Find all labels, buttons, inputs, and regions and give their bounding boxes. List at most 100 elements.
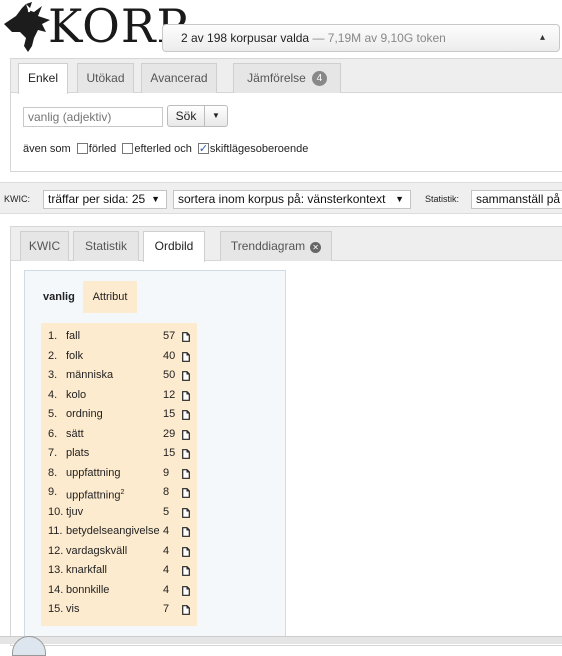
row-count: 4: [163, 564, 170, 576]
case-insensitive-label: skiftlägesoberoende: [209, 143, 309, 155]
show-examples-icon[interactable]: [182, 546, 190, 557]
bottom-scroll-bar: [0, 636, 562, 644]
hits-per-page-select[interactable]: träffar per sida: 25 ▼: [43, 190, 167, 209]
row-word[interactable]: knarkfall: [66, 561, 107, 581]
efterled-checkbox[interactable]: [122, 143, 134, 154]
row-number: 2.: [48, 349, 58, 362]
tab-trenddiagram[interactable]: Trenddiagram ✕: [220, 231, 332, 261]
search-options-dropdown-button[interactable]: ▼: [204, 105, 228, 127]
list-item[interactable]: 3. människa 50: [41, 366, 197, 386]
search-input[interactable]: [23, 107, 163, 127]
results-panel: KWIC Statistik Ordbild Trenddiagram ✕ van…: [10, 226, 562, 646]
tab-label: Utökad: [86, 71, 125, 85]
row-count: 4: [163, 544, 170, 557]
list-item[interactable]: 9. uppfattning2 8: [41, 483, 197, 503]
result-tabs: KWIC Statistik Ordbild Trenddiagram ✕: [11, 227, 562, 262]
row-word-superscript: 2: [120, 489, 125, 496]
tab-label: Enkel: [27, 71, 59, 85]
tab-avancerad[interactable]: Avancerad: [141, 63, 217, 93]
show-examples-icon[interactable]: [182, 449, 190, 459]
kwic-settings-bar: KWIC: träffar per sida: 25 ▼ sortera ino…: [0, 182, 562, 214]
row-number: 12.: [48, 544, 64, 557]
row-word[interactable]: fall: [66, 327, 80, 347]
row-word[interactable]: människa: [66, 366, 113, 386]
list-item[interactable]: 15. vis 7: [41, 600, 197, 620]
show-examples-icon[interactable]: [182, 468, 190, 479]
search-panel: Enkel Utökad Avancerad Jämförelse 4 Sök ▼…: [10, 58, 562, 172]
tab-statistik[interactable]: Statistik: [73, 231, 139, 261]
tab-enkel[interactable]: Enkel: [18, 63, 68, 94]
tab-jamforelse[interactable]: Jämförelse 4: [233, 63, 341, 93]
row-number: 11.: [48, 525, 63, 537]
search-tabs: Enkel Utökad Avancerad Jämförelse 4: [11, 59, 562, 94]
attribute-list: 1. fall 57 2. folk 40 3. människa 50 4. kolo 12 5. or…: [41, 323, 197, 626]
row-number: 4.: [48, 388, 58, 401]
tab-utokad[interactable]: Utökad: [77, 63, 134, 93]
row-word[interactable]: sätt: [66, 425, 84, 445]
row-word[interactable]: kolo: [66, 386, 86, 406]
row-count: 9: [163, 466, 170, 479]
row-count: 12: [163, 388, 176, 401]
list-item[interactable]: 5. ordning 15: [41, 405, 197, 425]
list-item[interactable]: 8. uppfattning 9: [41, 464, 197, 484]
tab-kwic[interactable]: KWIC: [20, 231, 69, 261]
row-word[interactable]: plats: [66, 444, 89, 464]
show-examples-icon[interactable]: [182, 410, 190, 420]
row-word-text: vardagskväll: [66, 544, 128, 557]
row-number: 5.: [48, 408, 58, 420]
tab-label: Trenddiagram: [230, 239, 306, 253]
tab-ordbild[interactable]: Ordbild: [143, 231, 205, 262]
row-word[interactable]: uppfattning: [66, 464, 120, 484]
list-item[interactable]: 13. knarkfall 4: [41, 561, 197, 581]
show-examples-icon[interactable]: [182, 605, 190, 615]
korp-logo[interactable]: KORP: [2, 0, 187, 54]
row-word[interactable]: betydelseangivelse: [66, 522, 160, 542]
list-item[interactable]: 7. plats 15: [41, 444, 197, 464]
row-number: 13.: [48, 564, 64, 576]
show-examples-icon[interactable]: [182, 527, 190, 537]
row-word-text: folk: [66, 349, 84, 362]
tab-label: Statistik: [84, 239, 127, 253]
row-word-text: bonnkille: [66, 583, 110, 596]
kwic-label: KWIC:: [4, 194, 30, 204]
sort-select[interactable]: sortera inom korpus på: vänsterkontext ▼: [173, 190, 411, 209]
show-examples-icon[interactable]: [182, 507, 190, 518]
list-item[interactable]: 2. folk 40: [41, 347, 197, 367]
row-count: 50: [163, 369, 176, 381]
row-word-text: vis: [66, 603, 80, 615]
row-word-text: knarkfall: [66, 564, 107, 576]
list-item[interactable]: 4. kolo 12: [41, 386, 197, 406]
row-word-text: människa: [66, 369, 114, 381]
list-item[interactable]: 10. tjuv 5: [41, 503, 197, 523]
row-word-text: sätt: [66, 427, 84, 440]
show-examples-icon[interactable]: [182, 585, 190, 596]
show-examples-icon[interactable]: [182, 351, 190, 362]
close-icon[interactable]: ✕: [310, 242, 322, 253]
list-item[interactable]: 1. fall 57: [41, 327, 197, 347]
row-number: 10.: [48, 505, 64, 518]
list-item[interactable]: 6. sätt 29: [41, 425, 197, 445]
show-examples-icon[interactable]: [182, 390, 190, 401]
word-picture-word: vanlig: [43, 291, 75, 303]
show-examples-icon[interactable]: [182, 332, 190, 342]
show-examples-icon[interactable]: [182, 429, 190, 440]
corpus-chooser[interactable]: 2 av 198 korpusar valda — 7,19M av 9,10G…: [162, 24, 560, 52]
forled-checkbox[interactable]: [76, 143, 88, 154]
show-examples-icon[interactable]: [182, 371, 190, 381]
row-word[interactable]: ordning: [66, 405, 103, 425]
list-item[interactable]: 11. betydelseangivelse 4: [41, 522, 197, 542]
row-word[interactable]: tjuv: [66, 503, 83, 523]
list-item[interactable]: 12. vardagskväll 4: [41, 542, 197, 562]
row-word-text: ordning: [66, 408, 103, 420]
row-word-text: uppfattning: [66, 489, 121, 502]
case-insensitive-checkbox[interactable]: [197, 141, 209, 157]
row-word[interactable]: vis: [66, 600, 79, 620]
row-word[interactable]: folk: [66, 347, 83, 367]
row-word[interactable]: bonnkille: [66, 581, 109, 601]
show-examples-icon[interactable]: [182, 488, 190, 498]
search-button[interactable]: Sök: [167, 105, 205, 127]
list-item[interactable]: 14. bonnkille 4: [41, 581, 197, 601]
show-examples-icon[interactable]: [182, 566, 190, 576]
row-word[interactable]: vardagskväll: [66, 542, 127, 562]
statistics-select[interactable]: sammanställ på: [471, 190, 562, 209]
